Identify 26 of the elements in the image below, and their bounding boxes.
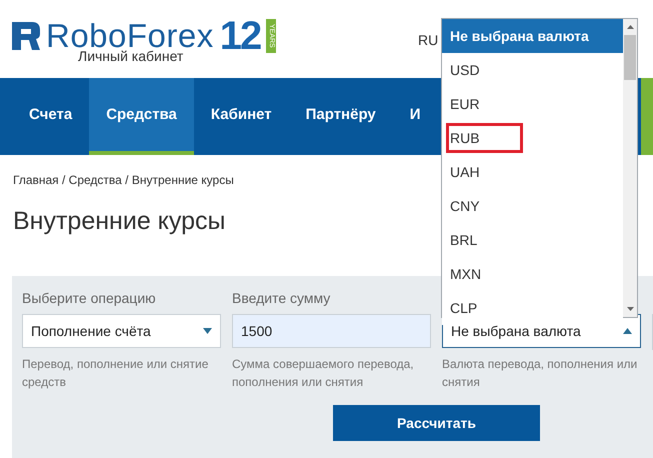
scrollbar[interactable] — [623, 19, 637, 317]
calculate-button[interactable]: Рассчитать — [333, 405, 540, 441]
scroll-thumb[interactable] — [624, 35, 636, 80]
anniversary-number: 12 — [220, 18, 260, 54]
field-hint: Валюта перевода, пополнения или снятия — [442, 356, 638, 391]
nav-tab[interactable]: Партнёру — [288, 78, 393, 155]
amount-field[interactable]: 1500 — [232, 314, 431, 348]
nav-tab[interactable]: Средства — [89, 78, 194, 155]
field-label: Введите сумму — [232, 290, 332, 308]
caret-icon — [203, 328, 212, 334]
scroll-down-icon[interactable] — [626, 307, 634, 311]
nav-tab[interactable]: Счета — [12, 78, 90, 155]
select-field[interactable]: Пополнение счёта — [22, 314, 221, 348]
page-title: Внутренние курсы — [13, 207, 226, 236]
header-button-edge[interactable] — [641, 78, 653, 155]
field-hint: Перевод, пополнение или снятие средств — [22, 356, 210, 391]
breadcrumb: Главная / Средства / Внутренние курсы — [12, 172, 234, 187]
nav-tab[interactable]: И — [392, 78, 438, 155]
language-code: RU — [418, 32, 438, 48]
caret-icon — [623, 328, 632, 334]
dropdown-option[interactable]: Не выбрана валюта — [442, 19, 623, 53]
nav-tab[interactable]: Кабинет — [194, 78, 289, 155]
field-hint: Сумма совершаемого перевода, пополнения или снятия — [232, 356, 415, 391]
field-label: Выберите операцию — [22, 290, 157, 308]
scroll-up-icon[interactable] — [626, 25, 634, 29]
logo-icon — [12, 22, 40, 50]
